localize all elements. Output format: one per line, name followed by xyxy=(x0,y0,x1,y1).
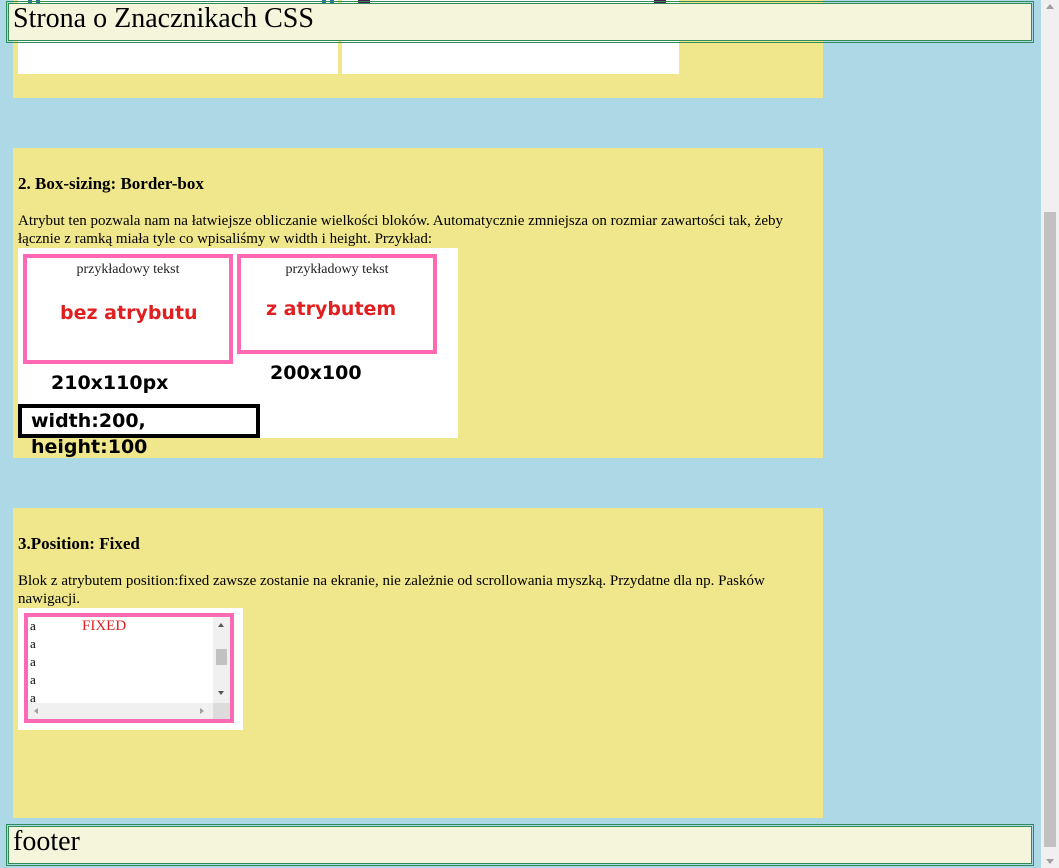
list-item: a xyxy=(30,654,36,669)
position-fixed-example-image: a a a a a FIXED xyxy=(18,608,243,730)
section-description: Blok z atrybutem position:fixed zawsze z… xyxy=(18,573,765,607)
section-box-sizing: 2. Box-sizing: Border-box Atrybut ten po… xyxy=(13,148,823,458)
inner-vertical-scrollbar[interactable] xyxy=(213,617,230,703)
section-description: Atrybut ten pozwala nam na łatwiejsze ob… xyxy=(18,213,783,247)
scrollbar-corner xyxy=(213,703,230,719)
list-item: a xyxy=(30,618,36,633)
box-sample-text: przykładowy tekst xyxy=(76,262,180,277)
inner-horizontal-scrollbar[interactable] xyxy=(28,703,213,719)
list-item: a xyxy=(30,672,36,687)
label-without-attribute: bez atrybutu xyxy=(60,302,198,324)
scroll-thumb[interactable] xyxy=(216,649,227,665)
box-sizing-example-image: przykładowy tekst bez atrybutu 210x110px… xyxy=(18,248,458,458)
label-with-attribute: z atrybutem xyxy=(266,298,397,320)
scroll-content: a a a a a xyxy=(30,617,36,707)
scroll-right-arrow-icon[interactable] xyxy=(200,708,204,714)
scroll-up-arrow-icon[interactable] xyxy=(1046,4,1054,9)
fixed-demo-frame: a a a a a FIXED xyxy=(24,613,234,723)
css-caption: width:200, height:100 xyxy=(31,410,148,458)
size-label-1: 210x110px xyxy=(51,372,169,394)
section-heading: 3.Position: Fixed xyxy=(18,534,140,553)
scroll-down-arrow-icon[interactable] xyxy=(218,691,224,695)
footer-text: footer xyxy=(13,826,80,857)
scroll-left-arrow-icon[interactable] xyxy=(34,708,38,714)
scroll-up-arrow-icon[interactable] xyxy=(218,623,224,627)
size-label-2: 200x100 xyxy=(270,362,362,384)
page-scrollbar[interactable] xyxy=(1041,0,1059,868)
css-caption-box: width:200, height:100 xyxy=(18,404,260,458)
page-header: Strona o Znacznikach CSS xyxy=(6,1,1034,43)
page-title: Strona o Znacznikach CSS xyxy=(13,3,314,34)
section-position-fixed: 3.Position: Fixed Blok z atrybutem posit… xyxy=(13,508,823,818)
fixed-label: FIXED xyxy=(82,618,127,634)
section-heading: 2. Box-sizing: Border-box xyxy=(18,174,204,193)
list-item: a xyxy=(30,636,36,651)
scroll-down-arrow-icon[interactable] xyxy=(1046,859,1054,864)
box-sample-text: przykładowy tekst xyxy=(285,262,389,277)
page-footer: footer xyxy=(6,824,1034,866)
page-scroll-thumb[interactable] xyxy=(1044,212,1056,847)
